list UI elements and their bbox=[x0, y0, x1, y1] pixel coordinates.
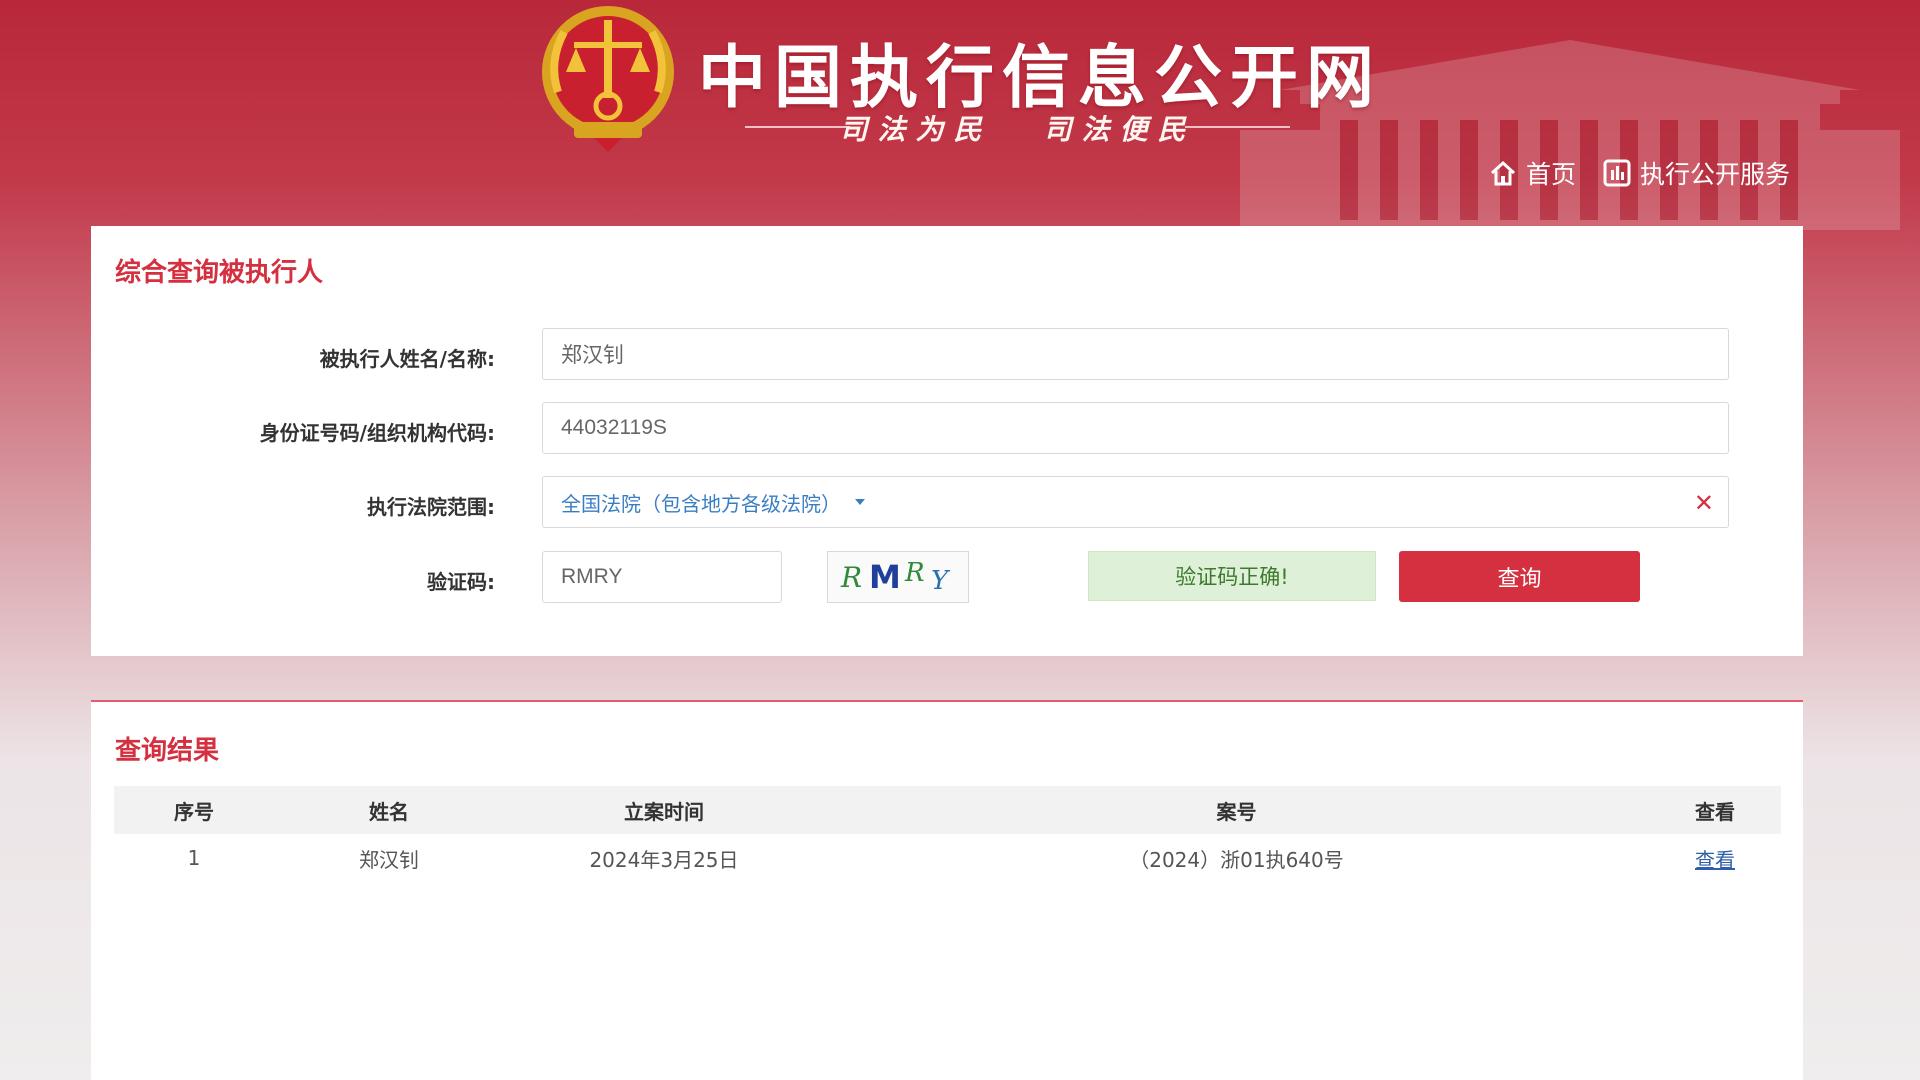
captcha-status: 验证码正确! bbox=[1088, 551, 1376, 601]
results-table: 序号 姓名 立案时间 案号 查看 1 郑汉钊 2024年3月25日 （2024）… bbox=[114, 786, 1781, 882]
results-panel-title: 查询结果 bbox=[115, 736, 220, 766]
id-label: 身份证号码/组织机构代码: bbox=[259, 421, 495, 445]
col-view: 查看 bbox=[1695, 799, 1735, 824]
col-name: 姓名 bbox=[369, 799, 409, 824]
slogan-left: 司法为民 bbox=[839, 113, 992, 146]
captcha-label: 验证码: bbox=[427, 570, 495, 594]
id-input-value: 44032119S bbox=[561, 416, 667, 439]
row-index: 1 bbox=[187, 846, 201, 870]
home-icon bbox=[1490, 160, 1515, 186]
col-case-number: 案号 bbox=[1216, 799, 1257, 824]
table-row: 1 郑汉钊 2024年3月25日 （2024）浙01执640号 查看 bbox=[114, 834, 1781, 882]
court-scope-label: 执行法院范围: bbox=[367, 495, 495, 519]
nav-home-label: 首页 bbox=[1525, 160, 1576, 189]
row-name: 郑汉钊 bbox=[359, 847, 419, 872]
name-label: 被执行人姓名/名称: bbox=[319, 347, 495, 371]
svg-text:R: R bbox=[904, 558, 925, 588]
search-panel-title: 综合查询被执行人 bbox=[115, 258, 324, 288]
captcha-input[interactable]: RMRY bbox=[542, 551, 782, 603]
id-input[interactable]: 44032119S bbox=[542, 402, 1729, 454]
court-scope-select[interactable]: 全国法院（包含地方各级法院） ✕ bbox=[542, 476, 1729, 528]
chart-icon bbox=[1603, 159, 1631, 187]
svg-text:R: R bbox=[840, 561, 862, 594]
row-case-number: （2024）浙01执640号 bbox=[1129, 847, 1344, 872]
site-header: 中国执行信息公开网 司法为民 司法便民 首页 执行公开服务 bbox=[0, 0, 1920, 230]
captcha-input-value: RMRY bbox=[561, 565, 623, 588]
court-emblem-icon bbox=[542, 6, 674, 152]
col-index: 序号 bbox=[174, 799, 214, 824]
captcha-image[interactable]: R M R Y bbox=[827, 551, 969, 603]
slogan: 司法为民 司法便民 bbox=[745, 108, 1290, 148]
svg-text:Y: Y bbox=[931, 566, 951, 596]
top-nav: 首页 执行公开服务 bbox=[1488, 155, 1790, 191]
court-scope-value: 全国法院（包含地方各级法院） bbox=[561, 493, 841, 516]
table-header: 序号 姓名 立案时间 案号 查看 bbox=[114, 786, 1781, 834]
nav-enforcement-service-label: 执行公开服务 bbox=[1639, 160, 1790, 189]
nav-home[interactable]: 首页 bbox=[1488, 155, 1576, 191]
row-view-cell: 查看 bbox=[1649, 844, 1781, 873]
name-input-value: 郑汉钊 bbox=[561, 344, 624, 367]
nav-enforcement-service[interactable]: 执行公开服务 bbox=[1602, 155, 1790, 191]
clear-icon[interactable]: ✕ bbox=[1694, 489, 1714, 518]
results-panel: 查询结果 序号 姓名 立案时间 案号 查看 1 郑汉钊 2024年3月25日 （… bbox=[91, 700, 1803, 1080]
col-filing-date: 立案时间 bbox=[624, 799, 704, 824]
captcha-glyphs: R M R Y bbox=[840, 558, 951, 596]
query-button[interactable]: 查询 bbox=[1399, 551, 1640, 602]
site-title: 中国执行信息公开网 bbox=[698, 39, 1383, 118]
search-panel: 综合查询被执行人 被执行人姓名/名称: 郑汉钊 身份证号码/组织机构代码: 44… bbox=[91, 226, 1803, 656]
chevron-down-icon bbox=[855, 499, 865, 505]
slogan-right: 司法便民 bbox=[1043, 113, 1196, 146]
view-link[interactable]: 查看 bbox=[1695, 848, 1735, 872]
row-filing-date: 2024年3月25日 bbox=[589, 847, 739, 872]
svg-text:M: M bbox=[869, 558, 901, 596]
name-input[interactable]: 郑汉钊 bbox=[542, 328, 1729, 380]
